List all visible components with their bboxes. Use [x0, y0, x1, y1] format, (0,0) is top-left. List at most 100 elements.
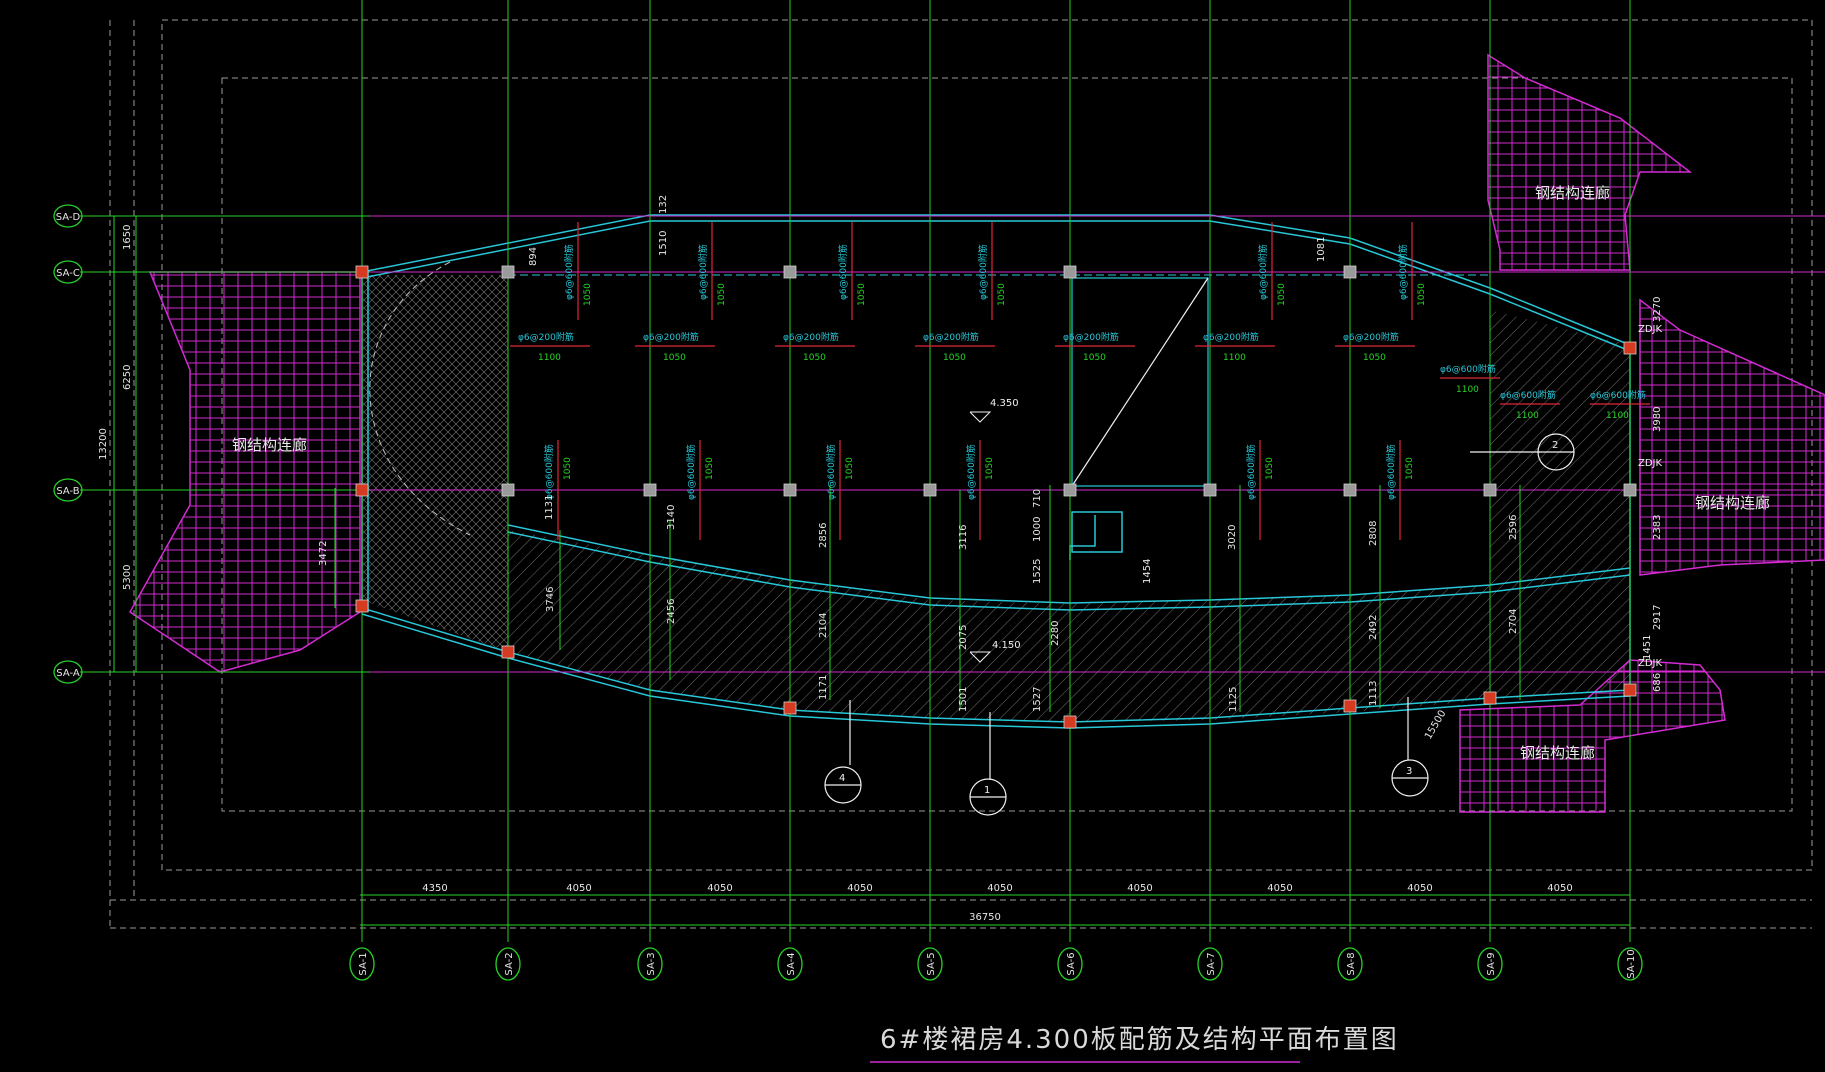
dim-edge-1: 1171 — [818, 675, 829, 700]
grid-col-label: SA-8 — [1346, 952, 1357, 975]
rebar-low-spec: φ6@600附筋 — [1245, 444, 1257, 500]
stair-opening — [1071, 277, 1209, 487]
dim-lower-7: 2704 — [1508, 609, 1519, 634]
dim-bay-3: 2856 — [818, 523, 829, 548]
rebar-mid-len: 1100 — [1223, 353, 1246, 363]
elevation-4350: 4.350 — [990, 398, 1019, 409]
column-spacing: 4050 — [987, 883, 1012, 894]
dim-lower-6: 2492 — [1368, 615, 1379, 640]
joint-tag-3: ZDJK — [1638, 658, 1663, 669]
grid-col-label: SA-4 — [786, 952, 797, 975]
dim-misc-1081: 1081 — [1316, 237, 1327, 262]
structural-column — [783, 701, 797, 715]
rebar-low-spec: φ6@600附筋 — [965, 444, 977, 500]
structural-column — [1623, 483, 1637, 497]
rebar-low-len: 1050 — [985, 457, 995, 480]
rebar-east-len: 1100 — [1456, 385, 1479, 395]
corridor-label-ne: 钢结构连廊 — [1535, 184, 1610, 202]
grid-col-label: SA-1 — [358, 952, 369, 975]
rebar-top-spec: φ6@600附筋 — [977, 244, 989, 300]
column-spacing: 4050 — [1547, 883, 1572, 894]
rebar-mid-len: 1050 — [663, 353, 686, 363]
rebar-low-len: 1050 — [1405, 457, 1415, 480]
joint-tag-1: ZDJK — [1638, 324, 1663, 335]
column-spacing: 4050 — [847, 883, 872, 894]
dim-bay-5: 3020 — [1227, 525, 1238, 550]
dim-misc-2917: 2917 — [1652, 605, 1663, 630]
dim-misc-132: 132 — [658, 195, 669, 214]
rebar-mid-spec: φ6@200附筋 — [1203, 331, 1259, 343]
section-3-number: 3 — [1406, 766, 1412, 777]
grid-col-label: SA-2 — [504, 952, 515, 975]
rebar-low-len: 1050 — [705, 457, 715, 480]
dim-lower-2: 2456 — [666, 599, 677, 624]
drawing-title-block: 6#楼裙房4.300板配筋及结构平面布置图 — [870, 1025, 1399, 1063]
rebar-mid-len: 1100 — [538, 353, 561, 363]
rebar-top-len: 1050 — [1277, 283, 1287, 306]
drawing-title: 6#楼裙房4.300板配筋及结构平面布置图 — [880, 1025, 1399, 1055]
rebar-low-len: 1050 — [1265, 457, 1275, 480]
grid-col-label: SA-10 — [1626, 949, 1637, 979]
structural-column — [501, 483, 515, 497]
dim-bay-2: 3140 — [666, 505, 677, 530]
dim-bay-7: 2596 — [1508, 515, 1519, 540]
dim-misc-894: 894 — [528, 247, 539, 266]
section-4-number: 4 — [839, 773, 845, 784]
dim-misc-15500: 15500 — [1423, 708, 1448, 741]
structural-column — [1623, 341, 1637, 355]
structural-column — [783, 483, 797, 497]
row-dim-2: 6250 — [122, 365, 133, 390]
rebar-mid-spec: φ6@200附筋 — [783, 331, 839, 343]
rebar-low-spec: φ6@600附筋 — [685, 444, 697, 500]
column-spacing: 4050 — [1407, 883, 1432, 894]
rebar-top-spec: φ6@600附筋 — [1257, 244, 1269, 300]
rebar-mid-spec: φ6@200附筋 — [1343, 331, 1399, 343]
rebar-east-len: 1100 — [1606, 411, 1629, 421]
grid-col-label: SA-6 — [1066, 952, 1077, 975]
rebar-top-len: 1050 — [857, 283, 867, 306]
dim-edge-2: 1501 — [958, 687, 969, 712]
total-width: 36750 — [969, 912, 1001, 923]
rebar-mid-len: 1050 — [1363, 353, 1386, 363]
rebar-mid-len: 1050 — [803, 353, 826, 363]
dim-edge-4: 1125 — [1228, 687, 1239, 712]
grid-row-label: SA-A — [56, 668, 80, 679]
dim-edge-6: 1451 — [1642, 635, 1653, 660]
rebar-top-spec: φ6@600附筋 — [563, 244, 575, 300]
rebar-east-spec: φ6@600附筋 — [1500, 389, 1556, 401]
rebar-top-len: 1050 — [583, 283, 593, 306]
structural-column — [1203, 483, 1217, 497]
rebar-east-len: 1100 — [1516, 411, 1539, 421]
rebar-low-spec: φ6@600附筋 — [825, 444, 837, 500]
grid-row-label: SA-D — [56, 212, 81, 223]
corridor-label-west: 钢结构连廊 — [232, 436, 307, 454]
dim-misc-1131: 1131 — [544, 495, 555, 520]
dim-edge-5: 1113 — [1368, 681, 1379, 706]
column-spacing: 4050 — [1267, 883, 1292, 894]
corridor-label-se: 钢结构连廊 — [1520, 744, 1595, 762]
grid-col-label: SA-7 — [1206, 952, 1217, 975]
structural-column — [1063, 483, 1077, 497]
row-dim-3: 5300 — [122, 565, 133, 590]
dim-bay-1: 3746 — [545, 587, 556, 612]
rebar-mid-spec: φ6@200附筋 — [923, 331, 979, 343]
left-dimensions: 1650 6250 5300 13200 — [98, 216, 137, 672]
structural-column — [643, 483, 657, 497]
rebar-mid-spec: φ6@200附筋 — [1063, 331, 1119, 343]
rebar-east-spec: φ6@600附筋 — [1440, 363, 1496, 375]
structural-column — [923, 483, 937, 497]
structural-column — [501, 645, 515, 659]
section-2-number: 2 — [1552, 440, 1558, 451]
section-1-number: 1 — [984, 785, 990, 796]
rebar-low-spec: φ6@600附筋 — [1385, 444, 1397, 500]
structural-column — [1343, 265, 1357, 279]
rebar-marks: φ6@600附筋 1050 φ6@600附筋 1050 φ6@600附筋 1050 φ6@6… — [510, 222, 1650, 540]
structural-column — [501, 265, 515, 279]
dim-misc-3472: 3472 — [318, 541, 329, 566]
structural-column — [1063, 265, 1077, 279]
structural-column — [1623, 683, 1637, 697]
structural-column — [1063, 715, 1077, 729]
rebar-top-spec: φ6@600附筋 — [697, 244, 709, 300]
elevation-4150: 4.150 — [992, 640, 1021, 651]
dim-misc-3980: 3980 — [1652, 407, 1663, 432]
